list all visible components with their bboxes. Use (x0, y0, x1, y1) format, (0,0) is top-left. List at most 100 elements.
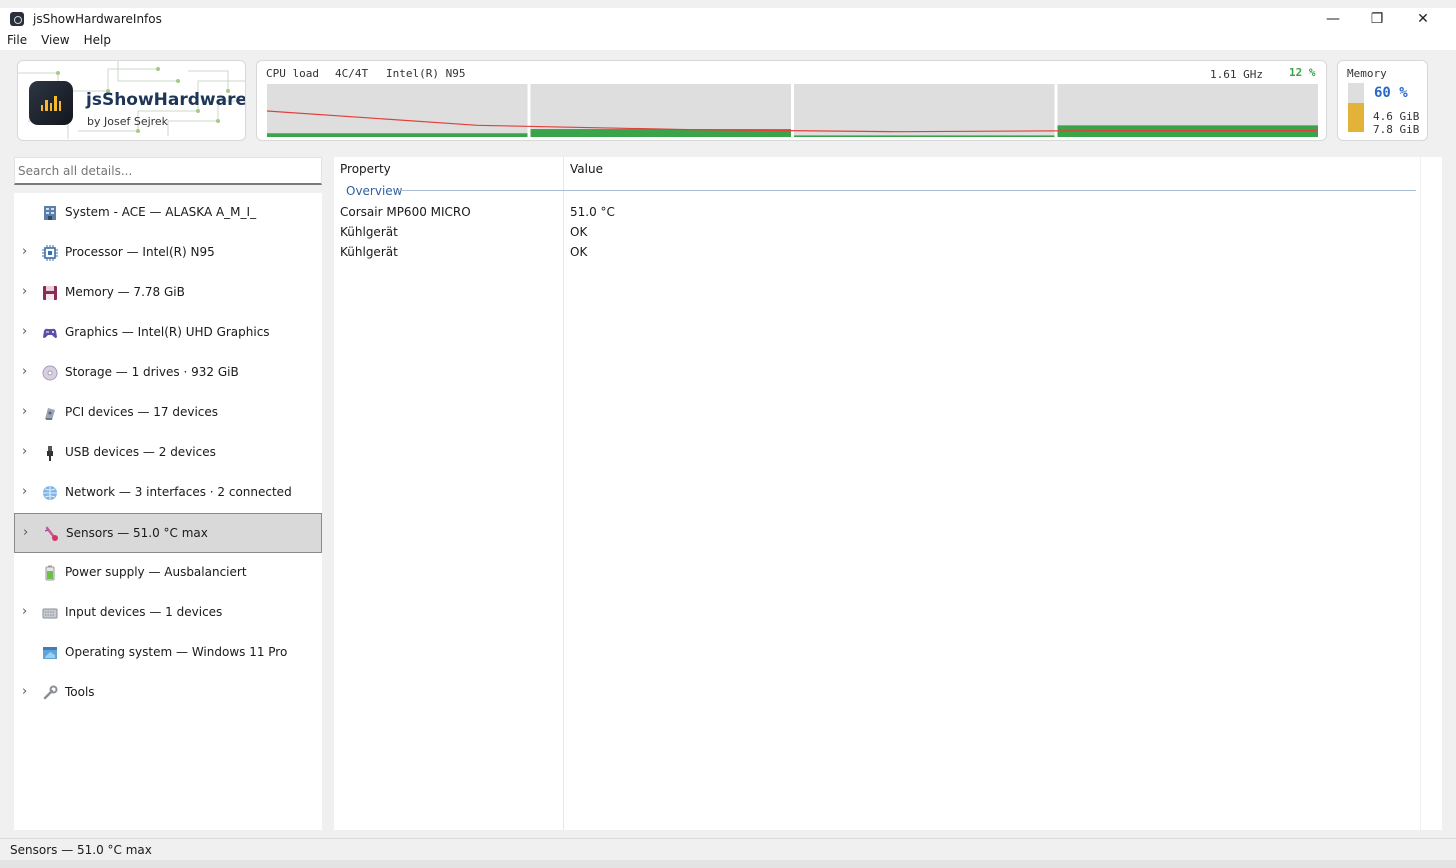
thermometer-icon (44, 526, 58, 541)
tree-item-label: USB devices — 2 devices (65, 445, 216, 459)
tree-item-label: PCI devices — 17 devices (65, 405, 219, 419)
logo-panel: jsShowHardware by Josef Sejrek (17, 60, 246, 141)
cpu-load-percent: 12 % (1289, 66, 1316, 79)
logo-subtitle: by Josef Sejrek (87, 115, 169, 128)
chevron-right-icon[interactable]: › (22, 325, 34, 339)
tree-item-power-supply[interactable]: Power supply — Ausbalanciert (14, 553, 322, 593)
status-bar: Sensors — 51.0 °C max (0, 838, 1456, 860)
details-panel: Property Value Overview ⌃ Corsair MP600 … (334, 157, 1442, 830)
detail-value: 51.0 °C (570, 205, 615, 219)
window-title: jsShowHardwareInfos (33, 12, 162, 26)
detail-property: Kühlgerät (340, 245, 398, 259)
tree-item-label: Processor — Intel(R) N95 (65, 245, 215, 259)
details-scrollbar[interactable] (1420, 157, 1442, 830)
tree-item-label: Tools (65, 685, 95, 699)
group-divider (398, 190, 1416, 191)
building-icon (44, 206, 56, 220)
globe-icon (43, 486, 57, 500)
close-button[interactable]: ✕ (1400, 8, 1446, 30)
window-icon (43, 647, 57, 659)
detail-property: Corsair MP600 MICRO (340, 205, 471, 219)
disc-icon (42, 365, 58, 381)
detail-row[interactable]: Corsair MP600 MICRO 51.0 °C (334, 202, 1420, 222)
battery-icon (45, 565, 55, 581)
detail-row[interactable]: Kühlgerät OK (334, 242, 1420, 262)
bottom-strip (0, 860, 1456, 868)
tree-item-tools[interactable]: › Tools (14, 673, 322, 713)
tree-item-label: System - ACE — ALASKA A_M_I_ (65, 205, 257, 219)
tree-item-input-devices[interactable]: › Input devices — 1 devices (14, 593, 322, 633)
minimize-button[interactable]: — (1310, 8, 1356, 30)
detail-value: OK (570, 225, 588, 239)
tree-item-system[interactable]: System - ACE — ALASKA A_M_I_ (14, 193, 322, 233)
detail-row[interactable]: Kühlgerät OK (334, 222, 1420, 242)
tree-item-label: Power supply — Ausbalanciert (65, 565, 247, 579)
gamepad-icon (43, 328, 57, 338)
tree-item-label: Operating system — Windows 11 Pro (65, 645, 288, 659)
memory-bar (1348, 83, 1364, 132)
title-bar: jsShowHardwareInfos — ❐ ✕ (0, 8, 1456, 30)
tree-item-label: Input devices — 1 devices (65, 605, 223, 619)
memory-panel: Memory 60 % 4.6 GiB 7.8 GiB (1337, 60, 1428, 141)
chevron-right-icon[interactable]: › (22, 445, 34, 459)
tree-item-operating-system[interactable]: Operating system — Windows 11 Pro (14, 633, 322, 673)
keyboard-icon (42, 608, 58, 619)
logo-chip-icon (29, 81, 73, 125)
app-icon (10, 12, 24, 26)
chevron-right-icon[interactable]: › (22, 365, 34, 379)
memory-bar-fill (1348, 102, 1364, 132)
pci-card-icon (45, 408, 55, 420)
tree-item-label: Sensors — 51.0 °C max (66, 526, 208, 540)
chevron-right-icon[interactable]: › (22, 285, 34, 299)
tree-item-network[interactable]: › Network — 3 interfaces · 2 connected (14, 473, 322, 513)
chevron-right-icon[interactable]: › (22, 405, 34, 419)
menu-view[interactable]: View (34, 30, 76, 50)
cpu-name: Intel(R) N95 (386, 67, 466, 80)
cpu-core-load-bar (267, 133, 528, 137)
memory-label: Memory (1347, 67, 1387, 80)
tree-item-memory[interactable]: › Memory — 7.78 GiB (14, 273, 322, 313)
column-header-value[interactable]: Value (570, 162, 603, 176)
detail-property: Kühlgerät (340, 225, 398, 239)
cpu-load-panel: CPU load 4C/4T Intel(R) N95 1.61 GHz 12 … (256, 60, 1327, 141)
tree-item-label: Graphics — Intel(R) UHD Graphics (65, 325, 270, 339)
tree-item-storage[interactable]: › Storage — 1 drives · 932 GiB (14, 353, 322, 393)
chevron-right-icon[interactable]: › (22, 685, 34, 699)
memory-total: 7.8 GiB (1373, 123, 1420, 136)
hardware-tree: System - ACE — ALASKA A_M_I_ › Processor —… (14, 193, 322, 830)
cpu-cores: 4C/4T (335, 67, 369, 80)
detail-value: OK (570, 245, 588, 259)
cpu-core-background (267, 84, 528, 137)
search-input[interactable] (14, 157, 322, 185)
status-text: Sensors — 51.0 °C max (10, 843, 152, 857)
group-label-overview: Overview (346, 184, 403, 198)
wrench-icon (43, 685, 58, 700)
column-header-property[interactable]: Property (340, 162, 391, 176)
tree-item-processor[interactable]: › Processor — Intel(R) N95 (14, 233, 322, 273)
menu-help[interactable]: Help (77, 30, 118, 50)
floppy-disk-icon (43, 286, 57, 300)
chevron-right-icon[interactable]: › (23, 526, 35, 540)
tree-item-graphics[interactable]: › Graphics — Intel(R) UHD Graphics (14, 313, 322, 353)
cpu-core-load-bar (794, 135, 1055, 137)
usb-plug-icon (47, 446, 53, 461)
chevron-right-icon[interactable]: › (22, 245, 34, 259)
tree-item-sensors[interactable]: › Sensors — 51.0 °C max (14, 513, 322, 553)
cpu-frequency: 1.61 GHz (1210, 68, 1263, 81)
memory-percent: 60 % (1374, 85, 1408, 101)
menu-bar: File View Help (0, 30, 1456, 50)
maximize-button[interactable]: ❐ (1354, 8, 1400, 30)
cpu-chip-icon (42, 245, 58, 261)
chevron-right-icon[interactable]: › (22, 605, 34, 619)
tree-item-usb-devices[interactable]: › USB devices — 2 devices (14, 433, 322, 473)
cpu-load-label: CPU load (266, 67, 319, 80)
tree-item-label: Storage — 1 drives · 932 GiB (65, 365, 239, 379)
tree-item-pci-devices[interactable]: › PCI devices — 17 devices (14, 393, 322, 433)
logo-title: jsShowHardware (86, 90, 246, 110)
menu-file[interactable]: File (0, 30, 34, 50)
header-panel: jsShowHardware by Josef Sejrek CPU load … (0, 50, 1456, 150)
cpu-core-background (794, 84, 1055, 137)
cpu-load-graph (267, 84, 1318, 137)
memory-used: 4.6 GiB (1373, 110, 1420, 123)
chevron-right-icon[interactable]: › (22, 485, 34, 499)
